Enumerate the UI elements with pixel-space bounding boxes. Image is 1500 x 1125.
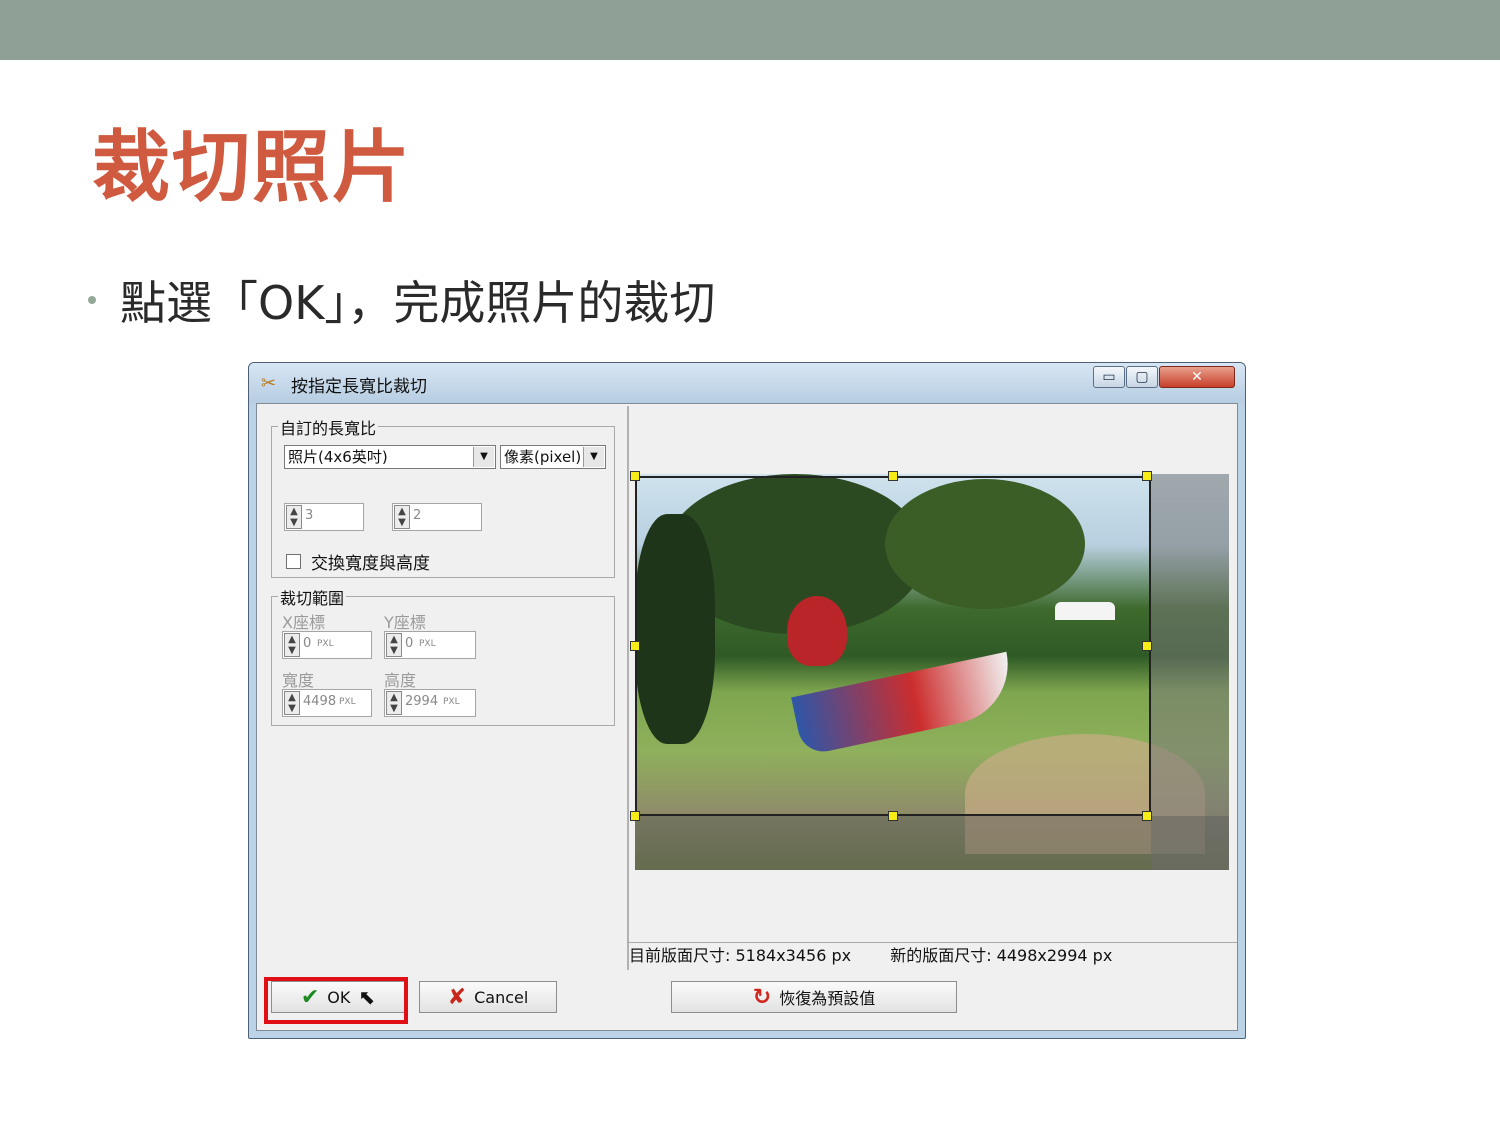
dialog-title: 按指定長寬比裁切 xyxy=(291,377,427,397)
crop-handle[interactable] xyxy=(888,811,898,821)
close-button[interactable]: ✕ xyxy=(1159,366,1235,388)
y-unit: PXL xyxy=(419,639,436,649)
stepper-arrows-icon: ▲ ▼ xyxy=(386,691,402,715)
app-icon: ✂ xyxy=(261,373,277,394)
crop-selection-rectangle[interactable] xyxy=(635,476,1151,816)
stepper-arrows-icon: ▲ ▼ xyxy=(386,633,402,657)
crop-height-value: 2994 xyxy=(405,694,439,709)
refresh-icon: ↻ xyxy=(752,984,772,1010)
crop-handle[interactable] xyxy=(1142,471,1152,481)
crop-dialog-window: ✂ 按指定長寬比裁切 ▭ ▢ ✕ 自訂的長寬比 照片(4x6英吋) ▼ 像素(p… xyxy=(248,362,1246,1039)
slide-top-bar xyxy=(0,0,1500,60)
settings-panel: 自訂的長寬比 照片(4x6英吋) ▼ 像素(pixel) ▼ ▲ ▼ 3 ▲ ▼ 2 xyxy=(259,406,629,970)
minimize-button[interactable]: ▭ xyxy=(1093,366,1125,388)
excluded-area-right xyxy=(1151,474,1229,870)
reset-button-label: 恢復為預設值 xyxy=(779,989,876,1008)
bullet-text: 點選「OK」，完成照片的裁切 xyxy=(120,276,716,330)
stepper-arrows-icon: ▲ ▼ xyxy=(284,633,300,657)
dialog-titlebar[interactable]: ✂ 按指定長寬比裁切 ▭ ▢ ✕ xyxy=(249,363,1245,403)
cancel-button-label: Cancel xyxy=(474,987,529,1007)
bullet-item: 點選「OK」，完成照片的裁切 xyxy=(88,270,715,330)
aspect-ratio-group-label: 自訂的長寬比 xyxy=(278,415,379,439)
swap-checkbox-label: 交換寬度與高度 xyxy=(311,554,430,574)
crop-preview-image[interactable] xyxy=(635,474,1229,870)
crop-height-stepper: ▲ ▼ 2994 PXL xyxy=(384,689,476,717)
y-coordinate-stepper: ▲ ▼ 0 PXL xyxy=(384,631,476,659)
y-coordinate-value: 0 xyxy=(405,636,414,651)
height-ratio-stepper[interactable]: ▲ ▼ 2 xyxy=(392,503,482,531)
width-label: 寬度 xyxy=(282,671,315,690)
x-coordinate-stepper: ▲ ▼ 0 PXL xyxy=(282,631,372,659)
crop-width-stepper: ▲ ▼ 4498 PXL xyxy=(282,689,372,717)
width-ratio-value: 3 xyxy=(305,508,314,523)
crop-range-group: 裁切範圍 X座標 Y座標 ▲ ▼ 0 PXL ▲ ▼ 0 PXL 寬度 高度 ▲ ▼ … xyxy=(271,585,615,726)
x-unit: PXL xyxy=(317,639,334,649)
x-coordinate-label: X座標 xyxy=(282,613,325,632)
height-unit: PXL xyxy=(443,697,460,707)
maximize-button[interactable]: ▢ xyxy=(1126,366,1158,388)
unit-select[interactable]: 像素(pixel) ▼ xyxy=(500,445,606,469)
status-bar: 目前版面尺寸: 5184x3456 px 新的版面尺寸: 4498x2994 p… xyxy=(627,942,1237,969)
crop-handle[interactable] xyxy=(630,641,640,651)
reset-defaults-button[interactable]: ↻ 恢復為預設值 xyxy=(671,981,957,1013)
width-ratio-stepper[interactable]: ▲ ▼ 3 xyxy=(284,503,364,531)
cancel-button[interactable]: ✘ Cancel xyxy=(419,981,557,1013)
new-size-status: 新的版面尺寸: 4498x2994 px xyxy=(890,946,1113,965)
preset-select[interactable]: 照片(4x6英吋) ▼ xyxy=(284,445,496,469)
stepper-arrows-icon[interactable]: ▲ ▼ xyxy=(286,505,302,529)
crop-handle[interactable] xyxy=(630,471,640,481)
swap-checkbox-row[interactable]: 交換寬度與高度 xyxy=(286,549,430,574)
swap-checkbox[interactable] xyxy=(286,554,301,569)
crop-handle[interactable] xyxy=(1142,811,1152,821)
current-size-status: 目前版面尺寸: 5184x3456 px xyxy=(629,946,852,965)
crop-handle[interactable] xyxy=(888,471,898,481)
crop-handle[interactable] xyxy=(1142,641,1152,651)
unit-select-value: 像素(pixel) xyxy=(504,448,582,466)
crop-width-value: 4498 xyxy=(303,694,337,709)
stepper-arrows-icon[interactable]: ▲ ▼ xyxy=(394,505,410,529)
x-coordinate-value: 0 xyxy=(303,636,312,651)
crop-handle[interactable] xyxy=(630,811,640,821)
stepper-arrows-icon: ▲ ▼ xyxy=(284,691,300,715)
aspect-ratio-group: 自訂的長寬比 照片(4x6英吋) ▼ 像素(pixel) ▼ ▲ ▼ 3 ▲ ▼ 2 xyxy=(271,415,615,578)
excluded-area-bottom xyxy=(635,816,1229,870)
slide-title: 裁切照片 xyxy=(92,123,413,213)
y-coordinate-label: Y座標 xyxy=(384,613,426,632)
height-ratio-value: 2 xyxy=(413,508,422,523)
bullet-dot xyxy=(88,296,96,304)
chevron-down-icon[interactable]: ▼ xyxy=(583,447,604,467)
width-unit: PXL xyxy=(339,697,356,707)
dialog-client-area: 自訂的長寬比 照片(4x6英吋) ▼ 像素(pixel) ▼ ▲ ▼ 3 ▲ ▼ 2 xyxy=(256,403,1238,1031)
preset-select-value: 照片(4x6英吋) xyxy=(288,448,388,466)
x-icon: ✘ xyxy=(447,984,467,1010)
ok-button-highlight-box xyxy=(264,977,408,1024)
chevron-down-icon[interactable]: ▼ xyxy=(473,447,494,467)
crop-range-group-label: 裁切範圍 xyxy=(278,585,347,609)
height-label: 高度 xyxy=(384,671,417,690)
